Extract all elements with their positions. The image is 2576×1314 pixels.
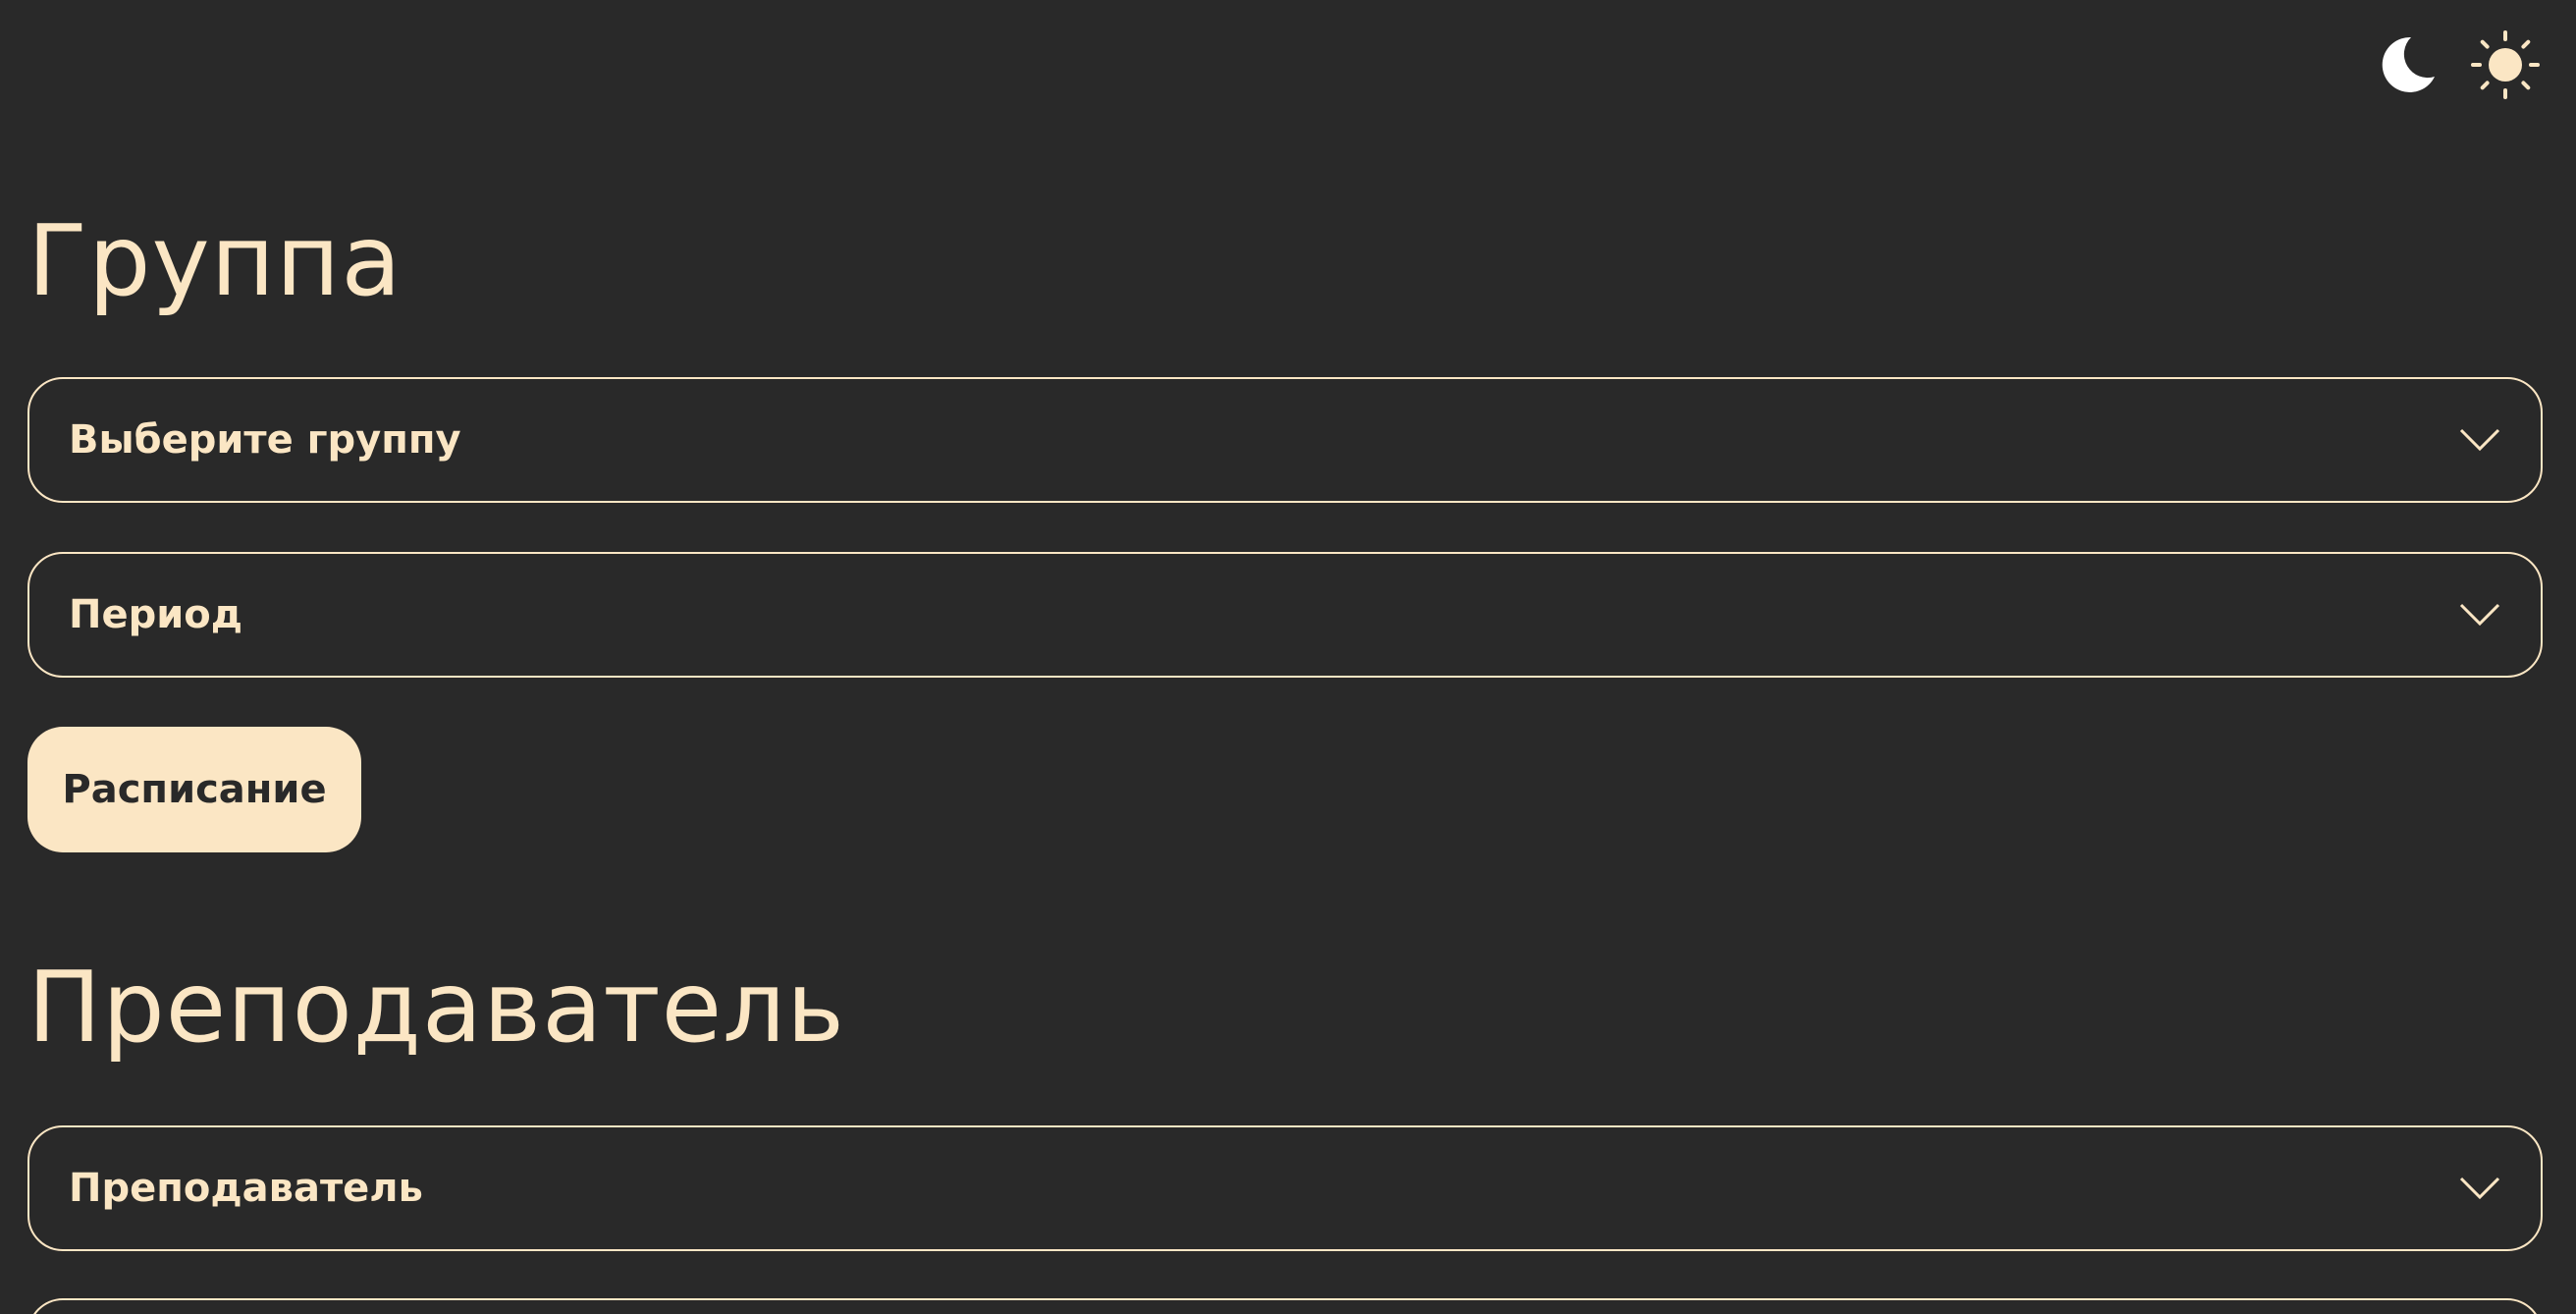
teacher-period-select[interactable] [27,1298,2543,1314]
teacher-section-title: Преподаватель [27,950,846,1065]
period-select[interactable]: Период [27,552,2543,678]
group-select[interactable]: Выберите группу [27,377,2543,503]
schedule-button[interactable]: Расписание [27,727,361,852]
light-theme-button[interactable] [2470,29,2541,100]
chevron-down-icon [2458,1175,2501,1202]
chevron-down-icon [2458,601,2501,629]
chevron-down-icon [2458,426,2501,454]
sun-icon [2471,30,2540,99]
group-section-title: Группа [27,203,402,318]
schedule-page: Группа Выберите группу Период Расписание… [0,0,2576,1314]
dark-theme-button[interactable] [2372,29,2442,100]
theme-toggle [2372,29,2541,100]
period-select-label: Период [69,592,243,637]
moon-icon [2382,36,2435,92]
group-select-label: Выберите группу [69,417,461,463]
teacher-select[interactable]: Преподаватель [27,1125,2543,1251]
teacher-select-label: Преподаватель [69,1166,423,1211]
